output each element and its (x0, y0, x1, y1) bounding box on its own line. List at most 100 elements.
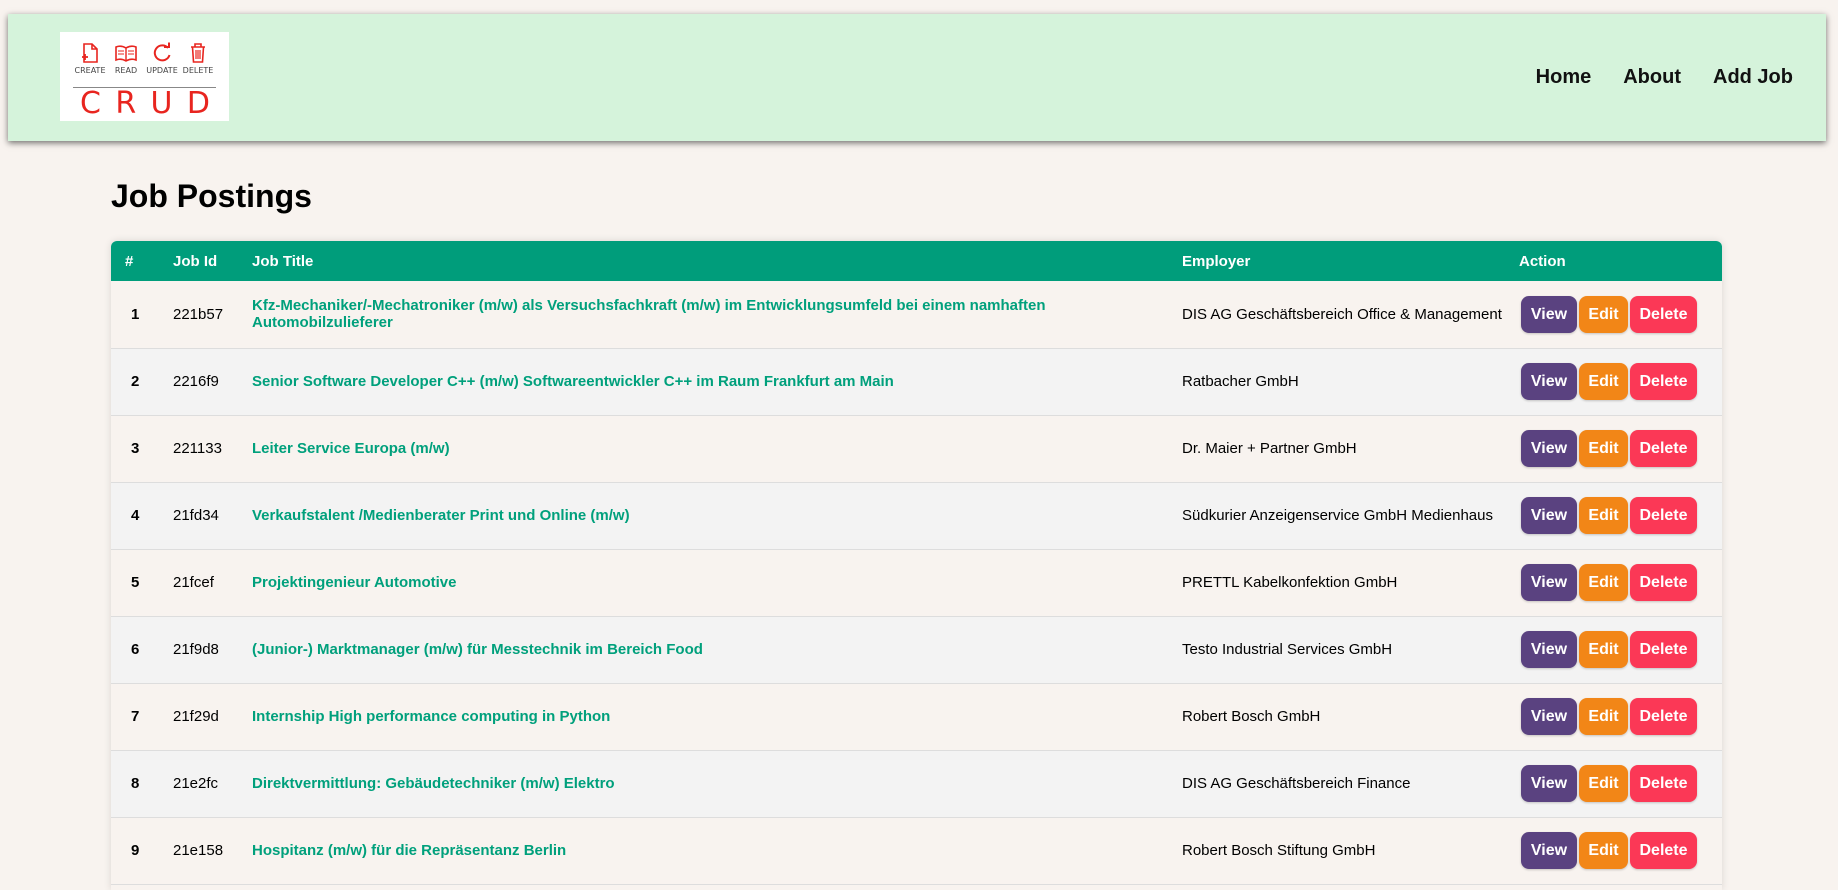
row-actions: View Edit Delete (1519, 295, 1722, 333)
header-action: Action (1519, 252, 1566, 270)
row-actions: View Edit Delete (1519, 430, 1722, 467)
employer: Robert Bosch GmbH (1182, 708, 1321, 725)
delete-button[interactable]: Delete (1630, 832, 1697, 869)
logo-icons: CREATE READ UPDATE DELETE (72, 42, 216, 75)
edit-button[interactable]: Edit (1579, 497, 1628, 534)
logo-caption-delete: DELETE (182, 66, 214, 75)
delete-button[interactable]: Delete (1630, 765, 1697, 802)
job-id: 21e158 (173, 842, 224, 859)
edit-button[interactable]: Edit (1579, 698, 1628, 735)
job-title-link[interactable]: (Junior-) Marktmanager (m/w) für Messtec… (252, 641, 703, 658)
job-title-link[interactable]: Internship High performance computing in… (252, 708, 610, 725)
row-number: 7 (131, 708, 140, 725)
row-number: 6 (131, 641, 140, 658)
row-actions: View Edit Delete (1519, 363, 1722, 400)
employer: DIS AG Geschäftsbereich Office & Managem… (1182, 305, 1502, 323)
table-row: 4 21fd34 Verkaufstalent /Medienberater Pri… (111, 482, 1722, 549)
table-row: 1 221b57 Kfz-Mechaniker/-Mechatroniker (m/… (111, 281, 1722, 348)
job-id: 2216f9 (173, 373, 219, 390)
row-actions: View Edit Delete (1519, 497, 1722, 534)
nav-about-link[interactable]: About (1623, 66, 1681, 89)
delete-button[interactable]: Delete (1630, 430, 1697, 467)
job-id: 21fcef (173, 574, 214, 591)
delete-button[interactable]: Delete (1630, 363, 1697, 400)
table-row: 5 21fcef Projektingenieur Automotive PRETTL… (111, 549, 1722, 616)
view-button[interactable]: View (1521, 430, 1577, 467)
edit-button[interactable]: Edit (1579, 295, 1628, 333)
row-number: 4 (131, 507, 140, 524)
row-number: 1 (131, 305, 140, 323)
job-postings-table: # Job Id Job Title Employer Action 1 221b… (111, 241, 1722, 885)
row-actions: View Edit Delete (1519, 765, 1722, 802)
row-actions: View Edit Delete (1519, 832, 1722, 869)
job-title-link[interactable]: Projektingenieur Automotive (252, 574, 456, 591)
table-body: 1 221b57 Kfz-Mechaniker/-Mechatroniker (m/… (111, 281, 1722, 884)
header-job-title: Job Title (252, 252, 314, 270)
table-row: 9 21e158 Hospitanz (m/w) für die Repräsent… (111, 817, 1722, 884)
job-title-link[interactable]: Hospitanz (m/w) für die Repräsentanz Ber… (252, 842, 566, 859)
logo-letter-d: D (186, 86, 210, 121)
table-row: 2 2216f9 Senior Software Developer C++ (m/… (111, 348, 1722, 415)
view-button[interactable]: View (1521, 631, 1577, 668)
header-employer: Employer (1182, 252, 1251, 270)
logo-letter-u: U (150, 86, 173, 121)
navbar: CREATE READ UPDATE DELETE C R U D Home A… (8, 14, 1826, 141)
job-title-link[interactable]: Senior Software Developer C++ (m/w) Soft… (252, 373, 894, 390)
job-id: 21e2fc (173, 775, 219, 792)
update-refresh-icon (153, 42, 171, 62)
header-job-id: Job Id (173, 252, 218, 270)
delete-button[interactable]: Delete (1630, 564, 1697, 601)
row-number: 3 (131, 440, 140, 457)
delete-trash-icon (191, 43, 205, 63)
edit-button[interactable]: Edit (1579, 430, 1628, 467)
table-row: 7 21f29d Internship High performance compu… (111, 683, 1722, 750)
row-actions: View Edit Delete (1519, 698, 1722, 735)
table-row: 3 221133 Leiter Service Europa (m/w) Dr. Ma… (111, 415, 1722, 482)
logo-letter-r: R (115, 86, 137, 121)
nav-add-job-link[interactable]: Add Job (1713, 66, 1793, 89)
job-title-link[interactable]: Leiter Service Europa (m/w) (252, 440, 450, 457)
edit-button[interactable]: Edit (1579, 832, 1628, 869)
job-id: 221133 (173, 440, 222, 457)
edit-button[interactable]: Edit (1579, 631, 1628, 668)
view-button[interactable]: View (1521, 564, 1577, 601)
employer: DIS AG Geschäftsbereich Finance (1182, 775, 1411, 792)
employer: PRETTL Kabelkonfektion GmbH (1182, 574, 1398, 591)
employer: Ratbacher GmbH (1182, 373, 1299, 390)
page-title: Job Postings (111, 178, 312, 214)
job-id: 21f9d8 (173, 641, 219, 658)
delete-button[interactable]: Delete (1630, 295, 1697, 333)
row-actions: View Edit Delete (1519, 564, 1722, 601)
logo-wordmark: C R U D (74, 88, 216, 120)
job-id: 21fd34 (173, 507, 219, 524)
job-title-link[interactable]: Direktvermittlung: Gebäudetechniker (m/w… (252, 775, 615, 792)
view-button[interactable]: View (1521, 765, 1577, 802)
view-button[interactable]: View (1521, 698, 1577, 735)
row-number: 2 (131, 373, 140, 390)
create-file-icon (82, 43, 98, 63)
logo-letter-c: C (80, 86, 101, 121)
edit-button[interactable]: Edit (1579, 564, 1628, 601)
delete-button[interactable]: Delete (1630, 497, 1697, 534)
view-button[interactable]: View (1521, 497, 1577, 534)
job-title-link[interactable]: Verkaufstalent /Medienberater Print und … (252, 507, 630, 524)
employer: Dr. Maier + Partner GmbH (1182, 440, 1357, 457)
logo-caption-create: CREATE (74, 66, 106, 75)
edit-button[interactable]: Edit (1579, 765, 1628, 802)
view-button[interactable]: View (1521, 295, 1577, 333)
delete-button[interactable]: Delete (1630, 631, 1697, 668)
nav-home-link[interactable]: Home (1536, 66, 1592, 89)
crud-logo[interactable]: CREATE READ UPDATE DELETE C R U D (60, 32, 229, 121)
edit-button[interactable]: Edit (1579, 363, 1628, 400)
view-button[interactable]: View (1521, 363, 1577, 400)
row-actions: View Edit Delete (1519, 631, 1722, 668)
delete-button[interactable]: Delete (1630, 698, 1697, 735)
nav-links: Home About Add Job (1536, 66, 1793, 89)
header-num: # (125, 252, 134, 270)
job-id: 221b57 (173, 305, 224, 323)
job-title-link[interactable]: Kfz-Mechaniker/-Mechatroniker (m/w) als … (252, 297, 1046, 331)
view-button[interactable]: View (1521, 832, 1577, 869)
employer: Südkurier Anzeigenservice GmbH Medienhau… (1182, 507, 1493, 524)
table-row: 6 21f9d8 (Junior-) Marktmanager (m/w) für … (111, 616, 1722, 683)
read-book-icon (115, 45, 137, 62)
